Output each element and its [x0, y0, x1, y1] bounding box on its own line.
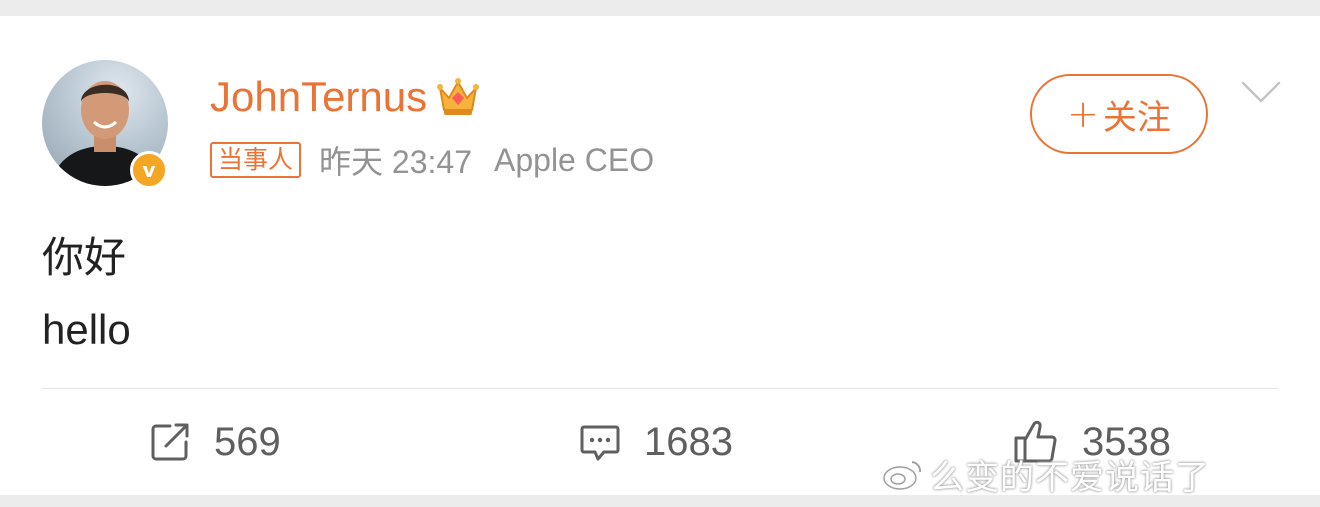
verified-badge-icon: v — [130, 151, 168, 189]
repost-button[interactable]: 569 — [148, 416, 281, 468]
post-time: 昨天 23:47 — [319, 144, 472, 180]
comment-icon — [580, 425, 620, 461]
post-text-line-2: hello — [42, 306, 131, 353]
comment-button[interactable]: 1683 — [578, 416, 733, 468]
crown-icon — [437, 78, 480, 115]
weibo-logo-icon — [883, 461, 922, 490]
post-source: Apple CEO — [494, 141, 655, 178]
post-text-line-1: 你好 — [42, 233, 127, 282]
plus-icon: + — [1067, 92, 1099, 136]
watermark-text: 么变的不爱说话了 — [930, 457, 1210, 498]
divider — [42, 388, 1278, 389]
comment-count: 1683 — [644, 419, 733, 464]
weibo-post-card: v JohnTernus 当事人 昨天 23:47 Apple CEO + 关注… — [0, 16, 1320, 495]
username-row: JohnTernus — [210, 72, 481, 122]
role-badge: 当事人 — [210, 142, 302, 178]
username[interactable]: JohnTernus — [210, 72, 427, 122]
watermark: 么变的不爱说话了 — [880, 452, 1210, 498]
chevron-down-icon[interactable] — [1240, 78, 1282, 106]
post-meta: 当事人 昨天 23:47 Apple CEO — [210, 140, 676, 180]
post-content: 你好 hello — [42, 222, 131, 366]
repost-icon — [151, 423, 189, 461]
repost-count: 569 — [214, 419, 281, 464]
follow-button[interactable]: + 关注 — [1030, 74, 1208, 154]
follow-button-label: 关注 — [1102, 97, 1171, 138]
